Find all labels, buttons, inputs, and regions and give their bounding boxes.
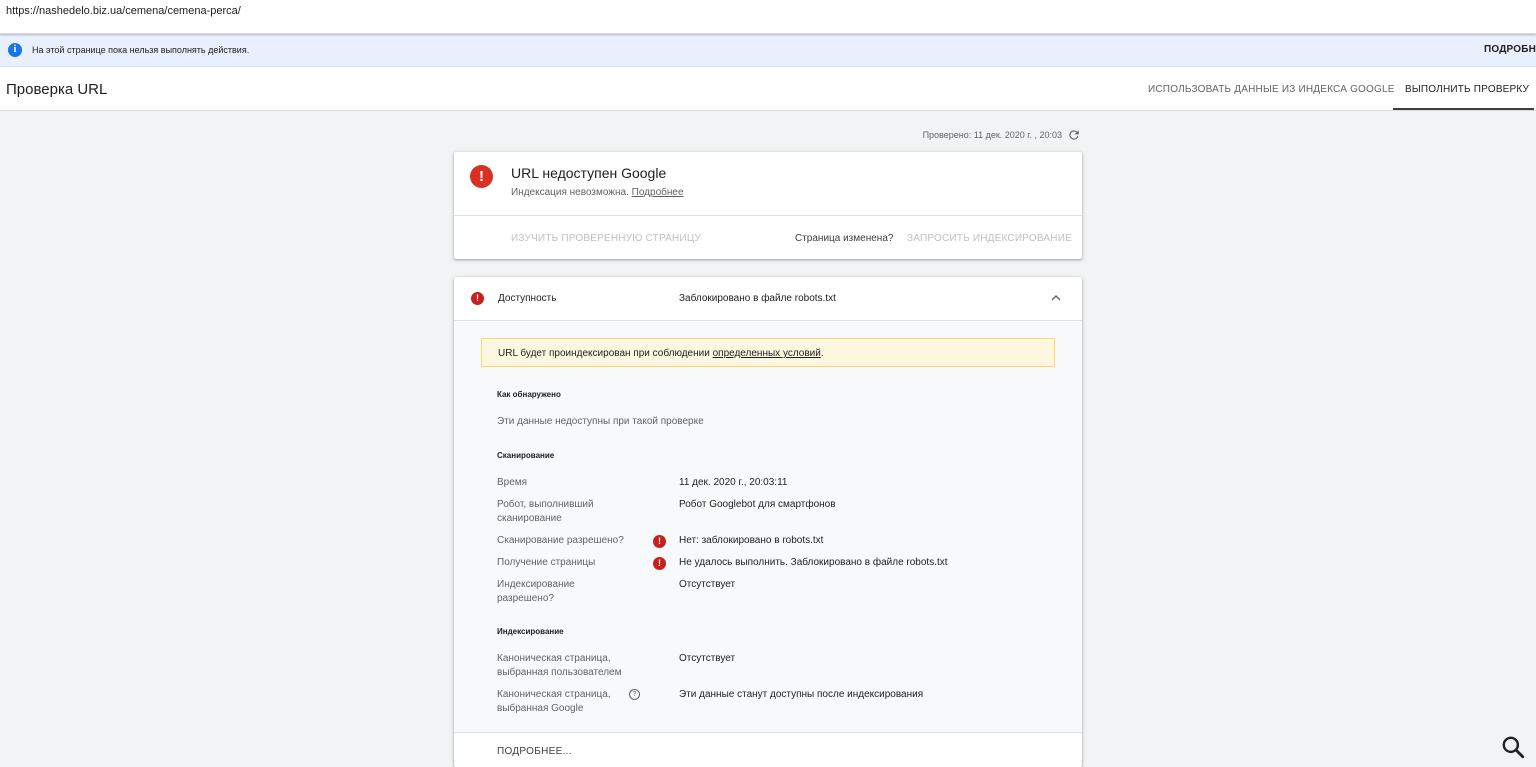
tab-google-index[interactable]: ИСПОЛЬЗОВАТЬ ДАННЫЕ ИЗ ИНДЕКСА GOOGLE [1148, 84, 1395, 95]
card-divider [454, 215, 1082, 216]
card-divider [454, 732, 1082, 733]
discovery-text: Эти данные недоступны при такой проверке [497, 416, 704, 427]
info-banner: i На этой странице пока нельзя выполнять… [0, 34, 1536, 67]
user-canonical-value: Отсутствует [679, 653, 736, 664]
indexing-conditions-notice: URL будет проиндексирован при соблюдении… [481, 338, 1055, 367]
page-fetch-value: Не удалось выполнить. Заблокировано в фа… [679, 557, 948, 568]
refresh-icon[interactable] [1067, 128, 1081, 142]
coverage-card: ! Доступность Заблокировано в файле robo… [454, 277, 1082, 767]
active-tab-indicator [1393, 108, 1534, 110]
checked-label: Проверено: 11 дек. 2020 г. , 20:03 [922, 130, 1062, 140]
search-icon[interactable] [1500, 734, 1526, 760]
page-fetch-label: Получение страницы [497, 557, 596, 568]
crawler-label: Робот, выполнивший сканирование [497, 499, 594, 524]
info-banner-more-link[interactable]: ПОДРОБНЕ [1484, 44, 1536, 55]
status-subtitle: Индексация невозможна. Подробнее [511, 187, 684, 198]
crawl-time-value: 11 дек. 2020 г., 20:03:11 [679, 477, 788, 488]
more-details-button[interactable]: ПОДРОБНЕЕ... [497, 746, 572, 757]
notice-text-start: URL будет проиндексирован при соблюдении [498, 348, 710, 359]
crawler-value: Робот Googlebot для смартфонов [679, 499, 836, 510]
crawl-heading: Сканирование [497, 451, 555, 460]
coverage-status: Заблокировано в файле robots.txt [679, 293, 836, 304]
indexing-heading: Индексирование [497, 627, 564, 636]
address-url[interactable]: https://nashedelo.biz.ua/cemena/cemena-p… [6, 5, 241, 17]
user-canonical-label: Каноническая страница, выбранная пользов… [497, 653, 622, 678]
url-status-card: ! URL недоступен Google Индексация невоз… [454, 152, 1082, 259]
chevron-up-icon[interactable] [1051, 294, 1061, 302]
help-icon[interactable]: ? [629, 689, 640, 700]
indexing-allowed-value: Отсутствует [679, 579, 736, 590]
status-title: URL недоступен Google [511, 165, 667, 181]
page-title: Проверка URL [6, 81, 108, 98]
discovery-heading: Как обнаружено [497, 390, 561, 399]
crawl-allowed-value: Нет: заблокировано в robots.txt [679, 535, 824, 546]
page-header: Проверка URL ИСПОЛЬЗОВАТЬ ДАННЫЕ ИЗ ИНДЕ… [0, 67, 1536, 111]
status-learn-more-link[interactable]: Подробнее [632, 187, 684, 198]
info-icon: i [8, 43, 22, 57]
crawl-time-label: Время [497, 477, 528, 488]
notice-text-end: . [820, 348, 824, 359]
request-indexing-button[interactable]: ЗАПРОСИТЬ ИНДЕКСИРОВАНИЕ [907, 233, 1072, 244]
inspect-page-button[interactable]: ИЗУЧИТЬ ПРОВЕРЕННУЮ СТРАНИЦУ [511, 233, 701, 244]
error-icon: ! [471, 292, 484, 305]
coverage-details: URL будет проиндексирован при соблюдении… [454, 321, 1082, 732]
notice-conditions-link[interactable]: определенных условий [713, 348, 821, 359]
indexing-allowed-label: Индексирование разрешено? [497, 579, 575, 604]
page-changed-label: Страница изменена? [795, 233, 894, 244]
notice-text: URL будет проиндексирован при соблюдении… [498, 348, 824, 359]
status-subtitle-text: Индексация невозможна. [511, 187, 629, 198]
error-icon: ! [653, 535, 666, 548]
error-icon: ! [470, 165, 493, 188]
error-icon: ! [653, 557, 666, 570]
google-canonical-value: Эти данные станут доступны после индекси… [679, 689, 924, 700]
tab-live-test[interactable]: ВЫПОЛНИТЬ ПРОВЕРКУ [1405, 84, 1529, 95]
info-banner-message: На этой странице пока нельзя выполнять д… [32, 45, 250, 55]
crawl-allowed-label: Сканирование разрешено? [497, 535, 624, 546]
google-canonical-label: Каноническая страница, выбранная Google [497, 689, 611, 714]
coverage-title: Доступность [498, 293, 557, 304]
browser-address-bar[interactable]: https://nashedelo.biz.ua/cemena/cemena-p… [0, 0, 1536, 34]
checked-timestamp: Проверено: 11 дек. 2020 г. , 20:03 [700, 130, 1080, 140]
coverage-header[interactable]: ! Доступность Заблокировано в файле robo… [454, 277, 1082, 321]
